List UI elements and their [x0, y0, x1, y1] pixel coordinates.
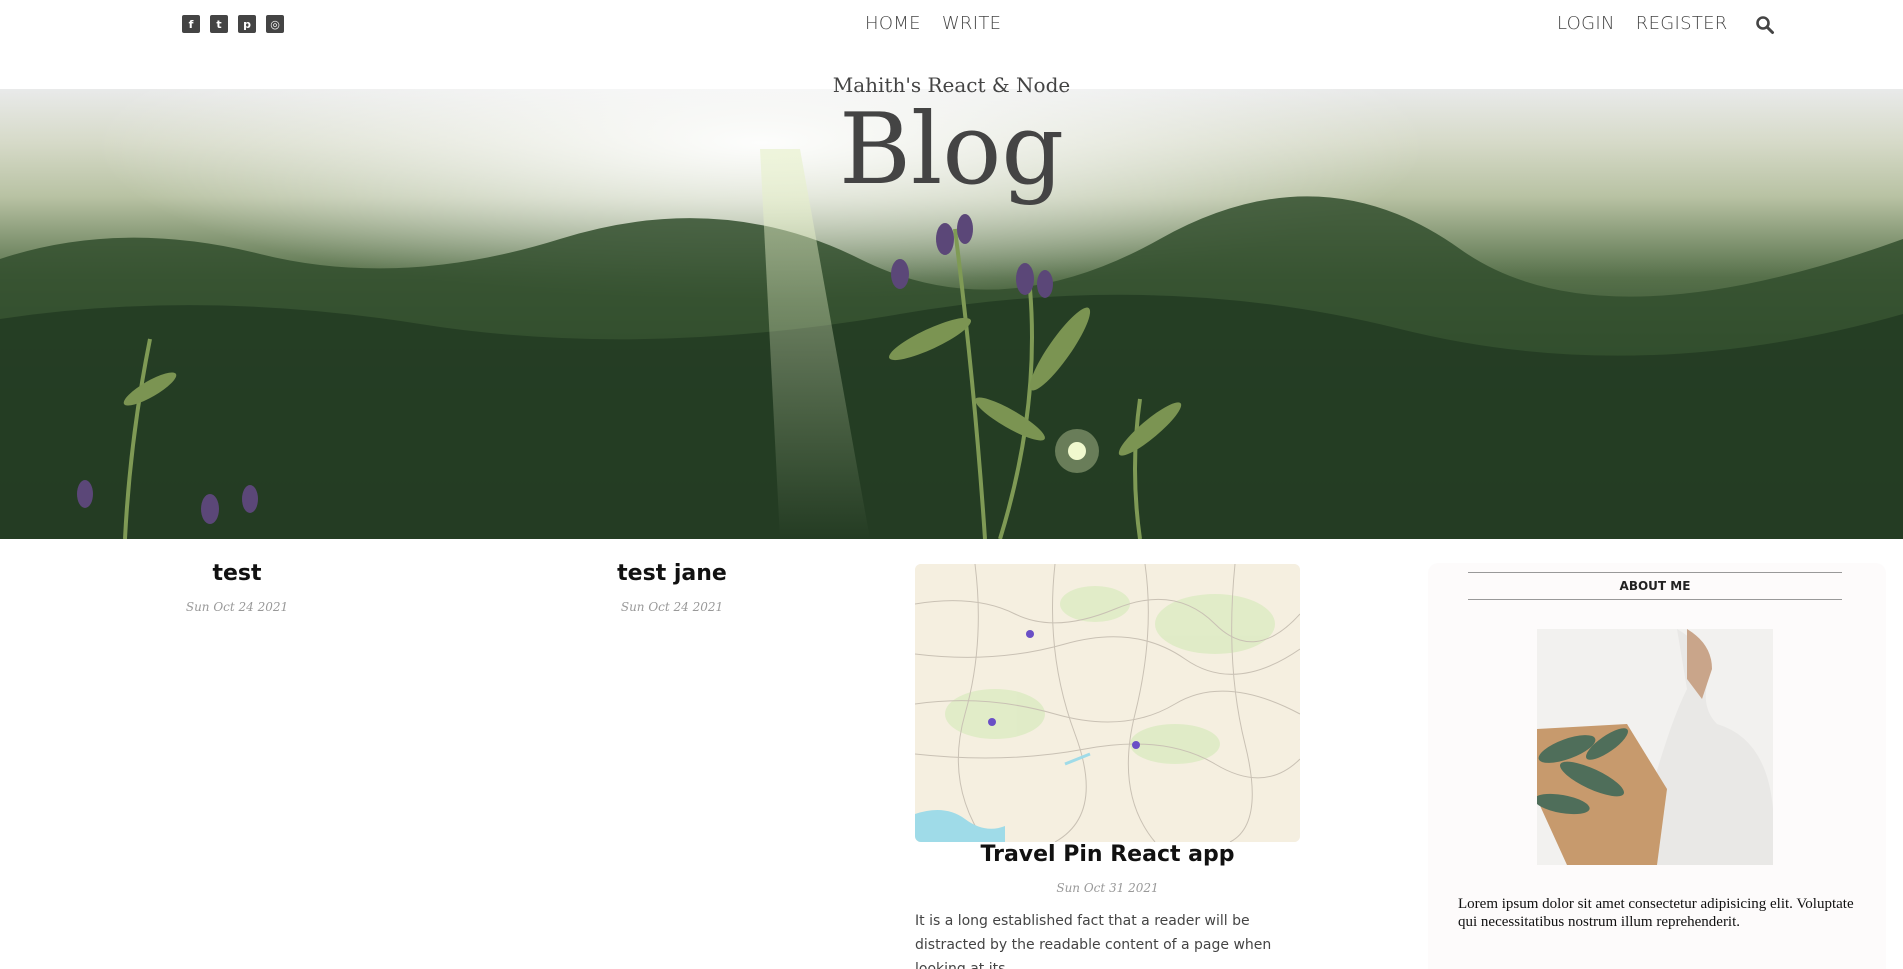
about-me-image: [1537, 629, 1773, 865]
sidebar-title: ABOUT ME: [1468, 572, 1842, 600]
nav-home[interactable]: HOME: [865, 13, 921, 34]
pinterest-icon[interactable]: p: [238, 15, 256, 33]
facebook-icon[interactable]: f: [182, 15, 200, 33]
woman-with-flowers-image: [1537, 629, 1773, 865]
sidebar: ABOUT ME Lorem ipsum dolor sit amet cons…: [1428, 563, 1886, 969]
post-title[interactable]: test: [137, 561, 337, 586]
post-date: Sun Oct 31 2021: [1056, 881, 1159, 895]
post-card[interactable]: Travel Pin React app Sun Oct 31 2021 It …: [915, 842, 1300, 969]
post-title[interactable]: Travel Pin React app: [915, 842, 1300, 867]
nav-register[interactable]: REGISTER: [1636, 13, 1728, 34]
post-card[interactable]: test Sun Oct 24 2021: [137, 561, 337, 614]
search-icon[interactable]: [1755, 15, 1775, 35]
post-image-map[interactable]: [915, 564, 1300, 842]
header-titles: Mahith's React & Node Blog: [0, 70, 1903, 204]
about-me-text: Lorem ipsum dolor sit amet consectetur a…: [1458, 896, 1854, 930]
post-date: Sun Oct 24 2021: [185, 600, 289, 614]
instagram-icon[interactable]: ◎: [266, 15, 284, 33]
post-description: It is a long established fact that a rea…: [915, 913, 1272, 969]
auth-nav: LOGIN REGISTER: [1557, 13, 1728, 34]
social-icons: f t p ◎: [182, 15, 284, 33]
nav-login[interactable]: LOGIN: [1557, 13, 1615, 34]
post-title[interactable]: test jane: [572, 561, 772, 586]
main-nav: HOME WRITE: [865, 13, 1001, 34]
nav-write[interactable]: WRITE: [942, 13, 1001, 34]
twitter-icon[interactable]: t: [210, 15, 228, 33]
post-card[interactable]: test jane Sun Oct 24 2021: [572, 561, 772, 614]
top-bar: f t p ◎ HOME WRITE LOGIN REGISTER: [0, 0, 1903, 50]
post-date: Sun Oct 24 2021: [620, 600, 724, 614]
blog-title: Blog: [838, 93, 1065, 207]
map-image: [915, 564, 1300, 842]
